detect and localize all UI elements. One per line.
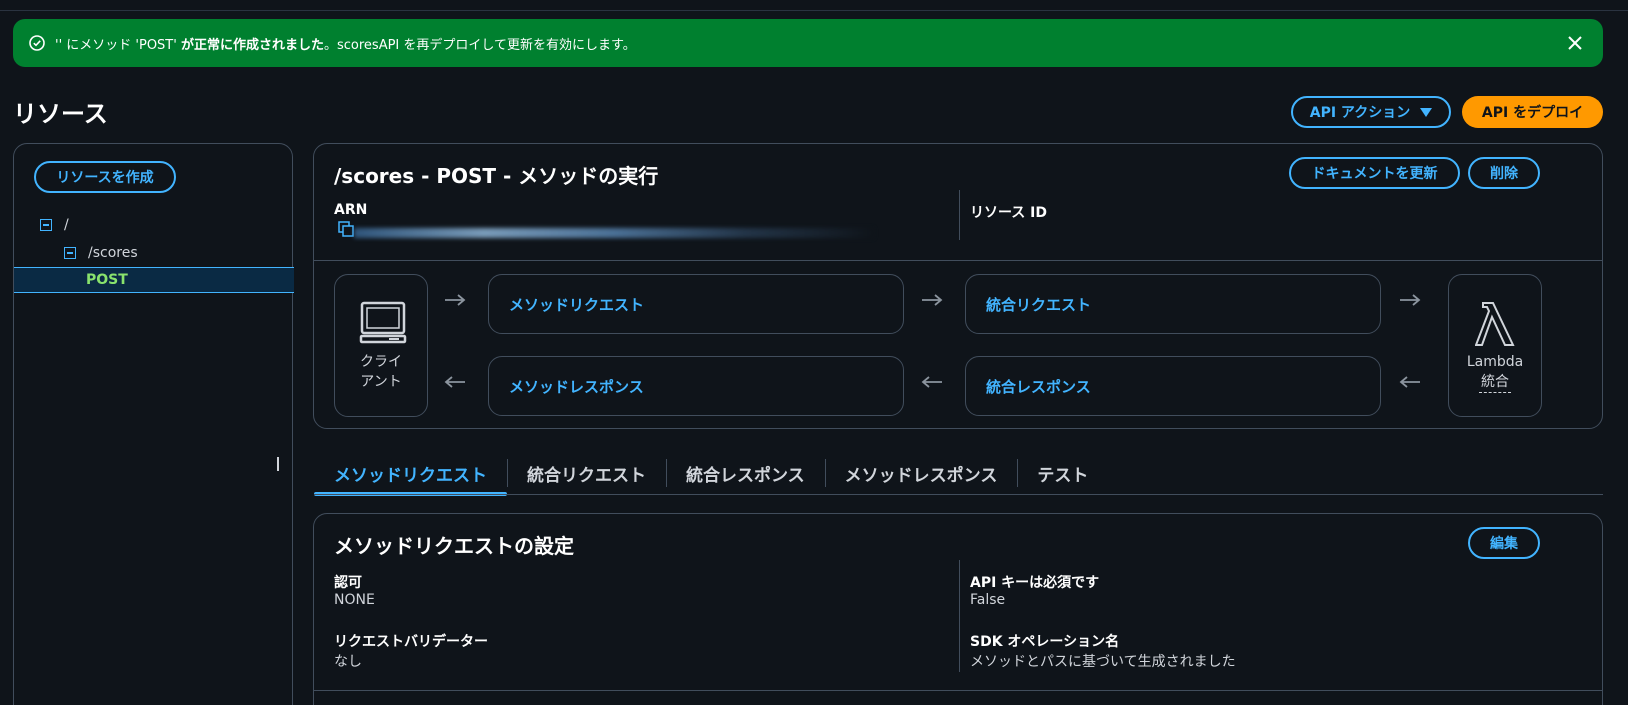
resources-sidebar: リソースを作成 / /scores POST xyxy=(13,143,294,705)
lambda-icon xyxy=(1475,302,1515,346)
method-tabs: メソッドリクエスト 統合リクエスト 統合レスポンス メソッドレスポンス テスト xyxy=(314,457,1108,496)
arrow-right-icon xyxy=(1400,294,1421,306)
method-response-box[interactable]: メソッドレスポンス xyxy=(488,356,904,416)
arrow-left-icon xyxy=(1399,376,1420,388)
sdk-operation-value: メソッドとパスに基づいて生成されました xyxy=(970,654,1236,670)
sidebar-resize-handle[interactable] xyxy=(277,457,280,471)
integration-request-box[interactable]: 統合リクエスト xyxy=(965,274,1381,334)
flash-message: '' にメソッド 'POST' が正常に作成されました。scoresAPI を再… xyxy=(55,37,636,53)
client-node: クライ アント xyxy=(334,274,428,417)
success-flash: '' にメソッド 'POST' が正常に作成されました。scoresAPI を再… xyxy=(13,19,1603,67)
arn-label: ARN xyxy=(334,202,368,218)
client-label-1: クライ xyxy=(360,354,402,370)
lambda-label-2[interactable]: 統合 xyxy=(1479,372,1511,393)
tree-item-scores[interactable]: /scores xyxy=(14,242,294,264)
arn-value-redacted xyxy=(354,228,874,238)
method-request-settings-card: メソッドリクエストの設定 編集 認可 NONE リクエストバリデーター なし A… xyxy=(313,513,1603,705)
resource-id-label: リソース ID xyxy=(970,205,1048,221)
edit-button[interactable]: 編集 xyxy=(1468,527,1540,559)
tab-integration-request[interactable]: 統合リクエスト xyxy=(507,457,666,489)
arrow-right-icon xyxy=(922,294,943,306)
tabs-underline xyxy=(314,494,1603,495)
integration-response-box[interactable]: 統合レスポンス xyxy=(965,356,1381,416)
collapse-icon[interactable] xyxy=(64,247,76,259)
update-docs-button[interactable]: ドキュメントを更新 xyxy=(1289,157,1460,189)
method-execution-card: /scores - POST - メソッドの実行 ドキュメントを更新 削除 AR… xyxy=(313,143,1603,429)
deploy-api-button[interactable]: API をデプロイ xyxy=(1462,96,1603,128)
tab-test[interactable]: テスト xyxy=(1017,457,1108,489)
sdk-operation-label: SDK オペレーション名 xyxy=(970,634,1120,650)
arrow-left-icon xyxy=(921,376,942,388)
page-title: リソース xyxy=(13,100,108,128)
column-divider xyxy=(959,190,960,240)
column-divider xyxy=(959,560,960,672)
method-request-box[interactable]: メソッドリクエスト xyxy=(488,274,904,334)
close-icon[interactable] xyxy=(1565,33,1585,53)
tree-item-root[interactable]: / xyxy=(14,214,294,236)
authorization-value: NONE xyxy=(334,592,375,608)
arrow-left-icon xyxy=(444,376,465,388)
collapse-icon[interactable] xyxy=(40,219,52,231)
computer-icon xyxy=(359,301,407,344)
check-circle-icon xyxy=(29,35,45,51)
authorization-label: 認可 xyxy=(334,575,362,591)
api-actions-button[interactable]: API アクション xyxy=(1291,96,1451,128)
request-validator-value: なし xyxy=(334,654,362,670)
delete-button[interactable]: 削除 xyxy=(1468,157,1540,189)
lambda-node: Lambda 統合 xyxy=(1448,274,1542,417)
tab-method-request[interactable]: メソッドリクエスト xyxy=(314,457,507,496)
section-divider xyxy=(314,260,1602,261)
request-validator-label: リクエストバリデーター xyxy=(334,634,488,650)
tree-item-post[interactable]: POST xyxy=(14,267,294,293)
api-key-required-label: API キーは必須です xyxy=(970,575,1100,591)
top-bar-divider xyxy=(0,0,1628,11)
tab-integration-response[interactable]: 統合レスポンス xyxy=(666,457,825,489)
method-title: /scores - POST - メソッドの実行 xyxy=(334,164,659,188)
lambda-label-1: Lambda xyxy=(1466,354,1524,370)
settings-title: メソッドリクエストの設定 xyxy=(334,534,574,558)
arrow-right-icon xyxy=(445,294,466,306)
api-key-required-value: False xyxy=(970,592,1006,608)
tab-method-response[interactable]: メソッドレスポンス xyxy=(824,457,1018,489)
copy-icon[interactable] xyxy=(338,221,354,237)
caret-down-icon xyxy=(1420,107,1433,117)
section-divider xyxy=(314,690,1602,691)
create-resource-button[interactable]: リソースを作成 xyxy=(34,161,176,193)
client-label-2: アント xyxy=(360,374,402,390)
